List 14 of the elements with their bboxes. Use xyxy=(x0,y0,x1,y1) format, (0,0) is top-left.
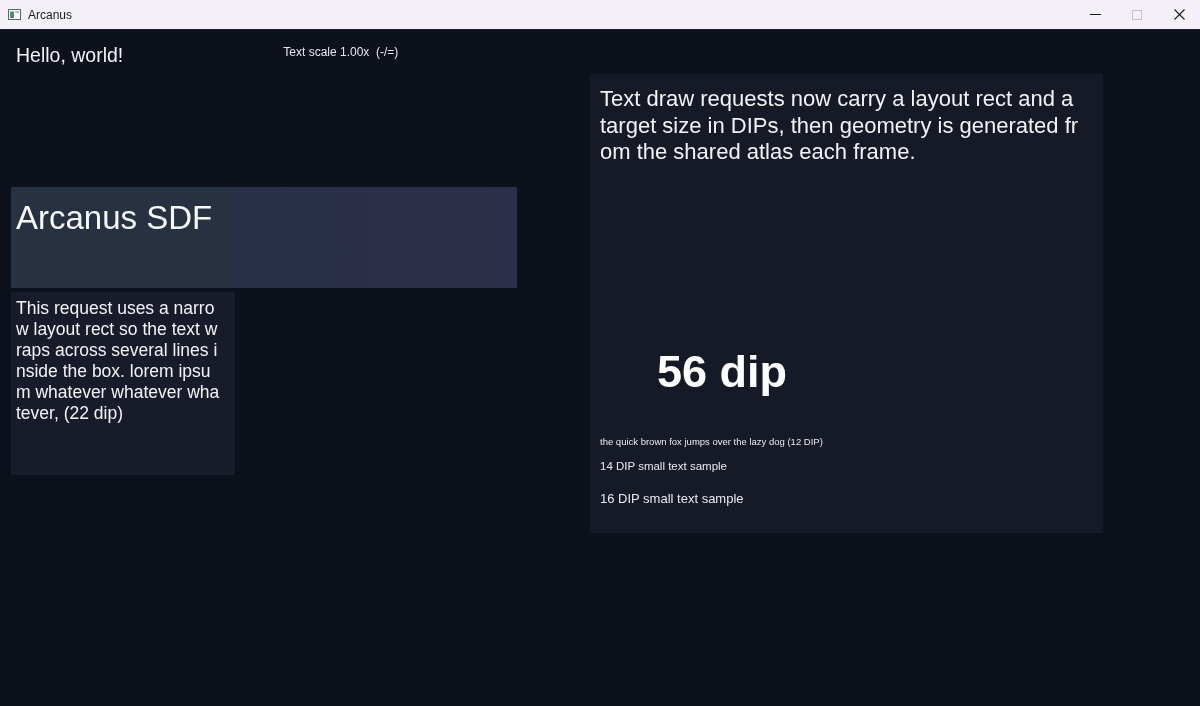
greeting-text: Hello, world! xyxy=(16,46,124,66)
window-title: Arcanus xyxy=(28,6,73,24)
app-window-icon xyxy=(8,9,21,20)
text-scale-label: Text scale 1.00x (-/=) xyxy=(283,46,399,58)
close-icon xyxy=(1173,9,1185,20)
banner-title: Arcanus SDF xyxy=(16,199,213,236)
large-sample-text: 56 dip xyxy=(657,348,788,394)
panel-paragraph: Text draw requests now carry a layout rect and a target size in DIPs, then geometry is generated fr om the shared atlas each frame. xyxy=(600,86,1080,166)
minimize-icon xyxy=(1089,14,1101,15)
sample-text: 16 DIP small text sample xyxy=(600,491,744,505)
sample-text: the quick brown fox jumps over the lazy dog (12 DIP) xyxy=(600,436,823,446)
sample-text: 14 DIP small text sample xyxy=(600,461,727,473)
wrapped-paragraph: This request uses a narro w layout rect so the text w raps across several lines i nside the box. lorem ipsu m whatever whatever wha tever, (22 dip) xyxy=(16,298,221,424)
maximize-icon xyxy=(1132,9,1142,20)
